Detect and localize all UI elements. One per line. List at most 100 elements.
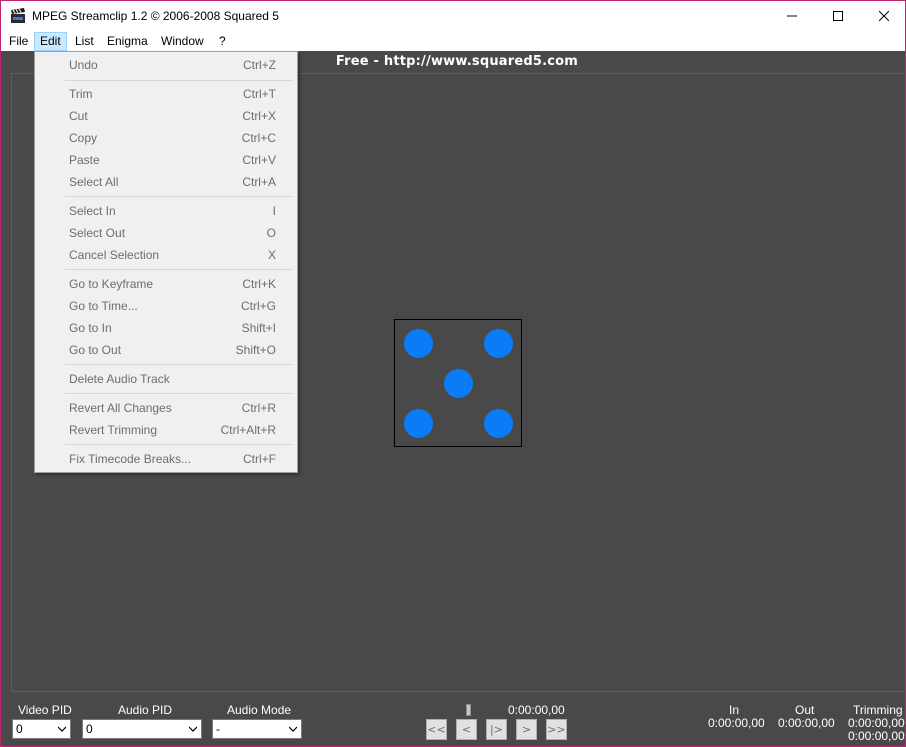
menu-item-shortcut: Ctrl+A [242, 175, 276, 189]
menu-item-label: Cancel Selection [69, 248, 160, 262]
menu-item-paste[interactable]: Paste Ctrl+V [36, 149, 296, 171]
menu-item-cut[interactable]: Cut Ctrl+X [36, 105, 296, 127]
video-pid-select[interactable]: 0 [12, 719, 71, 739]
in-time: 0:00:00,00 [708, 716, 765, 730]
minimize-icon [787, 15, 797, 17]
dice-dot [484, 409, 513, 438]
menu-item-label: Revert All Changes [69, 401, 172, 415]
trimming-label: Trimming [853, 703, 903, 717]
menu-item-shortcut: Ctrl+T [243, 87, 276, 101]
menu-item-fix-timecode-breaks[interactable]: Fix Timecode Breaks... Ctrl+F [36, 448, 296, 470]
menu-item-label: Revert Trimming [69, 423, 158, 437]
menu-item-shortcut: Ctrl+K [242, 277, 276, 291]
maximize-button[interactable] [815, 1, 861, 31]
rewind-fast-button[interactable]: << [426, 719, 447, 740]
menu-item-cancel-selection[interactable]: Cancel Selection X [36, 244, 296, 266]
menu-item-delete-audio-track[interactable]: Delete Audio Track [36, 368, 296, 390]
video-pid-label: Video PID [18, 703, 72, 717]
menu-item-shortcut: Ctrl+F [243, 452, 276, 466]
menu-item-label: Trim [69, 87, 93, 101]
menu-item-select-all[interactable]: Select All Ctrl+A [36, 171, 296, 193]
menu-item-shortcut: Shift+I [241, 321, 276, 335]
minimize-button[interactable] [769, 1, 815, 31]
menu-item-label: Undo [69, 58, 98, 72]
menu-item-select-in[interactable]: Select In I [36, 200, 296, 222]
audio-pid-select[interactable]: 0 [82, 719, 202, 739]
audio-mode-label: Audio Mode [227, 703, 292, 717]
menu-item-go-to-in[interactable]: Go to In Shift+I [36, 317, 296, 339]
menu-item-label: Fix Timecode Breaks... [69, 452, 192, 466]
menu-separator [65, 393, 293, 394]
menu-item-shortcut: I [272, 204, 276, 218]
trimming-time: 0:00:00,00 [848, 716, 905, 730]
audio-mode-value: - [216, 722, 220, 736]
menu-item-label: Go to Keyframe [69, 277, 154, 291]
menu-item-label: Go to In [69, 321, 112, 335]
timeline-slider-thumb[interactable] [466, 704, 471, 716]
menu-item-shortcut: Ctrl+V [242, 153, 276, 167]
edit-menu-dropdown: Undo Ctrl+Z Trim Ctrl+T Cut Ctrl+X Copy Ctrl… [34, 51, 298, 473]
trimming-duration: 0:00:00,00 [848, 729, 905, 743]
video-placeholder [394, 319, 522, 447]
menu-item-label: Copy [69, 131, 98, 145]
menu-item-shortcut: Shift+O [235, 343, 276, 357]
menu-item-shortcut: X [267, 248, 276, 262]
play-button[interactable]: |> [486, 719, 507, 740]
chevron-down-icon [189, 726, 197, 732]
menu-item-shortcut: Ctrl+R [241, 401, 276, 415]
chevron-down-icon [289, 726, 297, 732]
menu-item-go-to-out[interactable]: Go to Out Shift+O [36, 339, 296, 361]
menu-window[interactable]: Window [155, 32, 210, 51]
dice-dot [404, 409, 433, 438]
menu-separator [65, 80, 293, 81]
window-title: MPEG Streamclip 1.2 © 2006-2008 Squared … [32, 9, 279, 23]
menu-item-go-to-keyframe[interactable]: Go to Keyframe Ctrl+K [36, 273, 296, 295]
menu-item-label: Select Out [69, 226, 126, 240]
chevron-down-icon [58, 726, 66, 732]
menu-item-select-out[interactable]: Select Out O [36, 222, 296, 244]
out-time: 0:00:00,00 [778, 716, 835, 730]
step-back-button[interactable]: < [456, 719, 477, 740]
menu-item-revert-trimming[interactable]: Revert Trimming Ctrl+Alt+R [36, 419, 296, 441]
menu-separator [65, 364, 293, 365]
menu-list[interactable]: List [69, 32, 100, 51]
dice-dot [484, 329, 513, 358]
menu-item-trim[interactable]: Trim Ctrl+T [36, 83, 296, 105]
menu-separator [65, 196, 293, 197]
out-label: Out [795, 703, 815, 717]
dice-dot [444, 369, 473, 398]
menu-edit[interactable]: Edit [34, 32, 67, 51]
close-button[interactable] [861, 1, 905, 31]
menu-item-undo[interactable]: Undo Ctrl+Z [36, 54, 296, 76]
in-label: In [729, 703, 740, 717]
clapperboard-icon [10, 8, 26, 24]
menu-bar: File Edit List Enigma Window ? [1, 31, 905, 51]
menu-help[interactable]: ? [213, 32, 232, 51]
menu-item-shortcut: Ctrl+G [240, 299, 276, 313]
menu-item-label: Go to Out [69, 343, 122, 357]
audio-pid-value: 0 [86, 722, 93, 736]
menu-item-shortcut: O [266, 226, 276, 240]
video-pid-value: 0 [16, 722, 23, 736]
menu-enigma[interactable]: Enigma [101, 32, 154, 51]
menu-item-go-to-time[interactable]: Go to Time... Ctrl+G [36, 295, 296, 317]
menu-item-label: Go to Time... [69, 299, 138, 313]
title-bar[interactable]: MPEG Streamclip 1.2 © 2006-2008 Squared … [1, 1, 905, 31]
menu-item-copy[interactable]: Copy Ctrl+C [36, 127, 296, 149]
menu-item-label: Delete Audio Track [69, 372, 170, 386]
menu-item-shortcut: Ctrl+X [242, 109, 276, 123]
menu-separator [65, 269, 293, 270]
forward-fast-button[interactable]: >> [546, 719, 567, 740]
maximize-icon [833, 11, 843, 21]
menu-separator [65, 444, 293, 445]
menu-item-label: Select In [69, 204, 116, 218]
step-forward-button[interactable]: > [516, 719, 537, 740]
menu-item-shortcut: Ctrl+C [241, 131, 276, 145]
menu-item-label: Select All [69, 175, 119, 189]
menu-item-label: Paste [69, 153, 100, 167]
close-icon [879, 11, 889, 21]
menu-item-revert-all-changes[interactable]: Revert All Changes Ctrl+R [36, 397, 296, 419]
menu-item-shortcut: Ctrl+Z [243, 58, 276, 72]
audio-mode-select[interactable]: - [212, 719, 302, 739]
menu-file[interactable]: File [3, 32, 34, 51]
